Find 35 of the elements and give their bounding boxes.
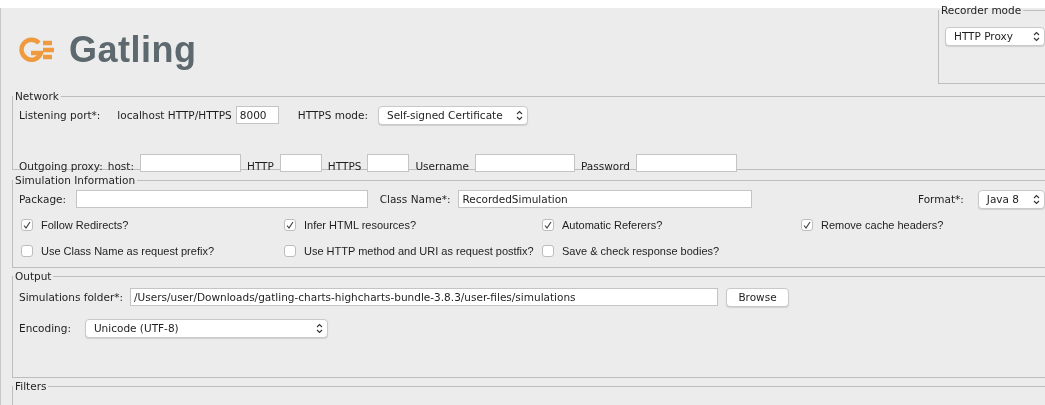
panel-title: Simulation Information (14, 174, 137, 186)
panel-title: Output (14, 270, 53, 282)
format-select[interactable]: Java 8 (977, 189, 1045, 209)
field-label: HTTPS (327, 160, 362, 172)
field-label: HTTP (247, 160, 274, 172)
field-label: Class Name*: (379, 193, 451, 205)
mode-select[interactable]: HTTP Proxy (945, 26, 1045, 46)
option-checkbox[interactable]: Infer HTML resources? (284, 212, 540, 238)
field-label: localhost HTTP/HTTPS (117, 109, 232, 121)
option-checkbox[interactable]: Follow Redirects? (21, 212, 282, 238)
browse-button[interactable]: Browse (726, 287, 789, 307)
port-field[interactable]: 8000 (235, 106, 279, 124)
logo-wordmark: Gatling (69, 30, 197, 70)
panel-title: Network (14, 90, 60, 102)
field-label: host: (107, 160, 134, 172)
field-label: Outgoing proxy: (19, 160, 103, 172)
option-checkbox[interactable]: Automatic Referers? (542, 212, 799, 238)
field-label: Format*: (918, 193, 964, 205)
field-label: Encoding: (19, 322, 71, 334)
option-checkbox[interactable]: Remove cache headers? (801, 212, 1045, 238)
option-checkbox[interactable]: Use HTTP method and URI as request postfix? (284, 238, 540, 264)
class-name-field[interactable]: RecordedSimulation (458, 190, 752, 208)
field-label: Username (415, 160, 469, 172)
option-checkbox[interactable]: Save & check response bodies? (542, 238, 799, 264)
field-label: Listening port*: (19, 109, 101, 121)
folder-field[interactable]: /Users/user/Downloads/gatling-charts-highcharts-bundle-3.8.3/user-files/simulations (130, 288, 718, 306)
encoding-select[interactable]: Unicode (UTF-8) (84, 318, 328, 338)
https-mode-select[interactable]: Self-signed Certificate (378, 105, 528, 125)
option-checkbox[interactable]: Use Class Name as request prefix? (21, 238, 282, 264)
panel-title: Recorder mode (940, 4, 1023, 16)
field-label: Simulations folder*: (19, 291, 123, 303)
field-label: HTTPS mode: (297, 109, 368, 121)
panel-title: Filters (14, 380, 48, 392)
field-label: Package: (19, 193, 67, 205)
field-label: Password (580, 160, 630, 172)
